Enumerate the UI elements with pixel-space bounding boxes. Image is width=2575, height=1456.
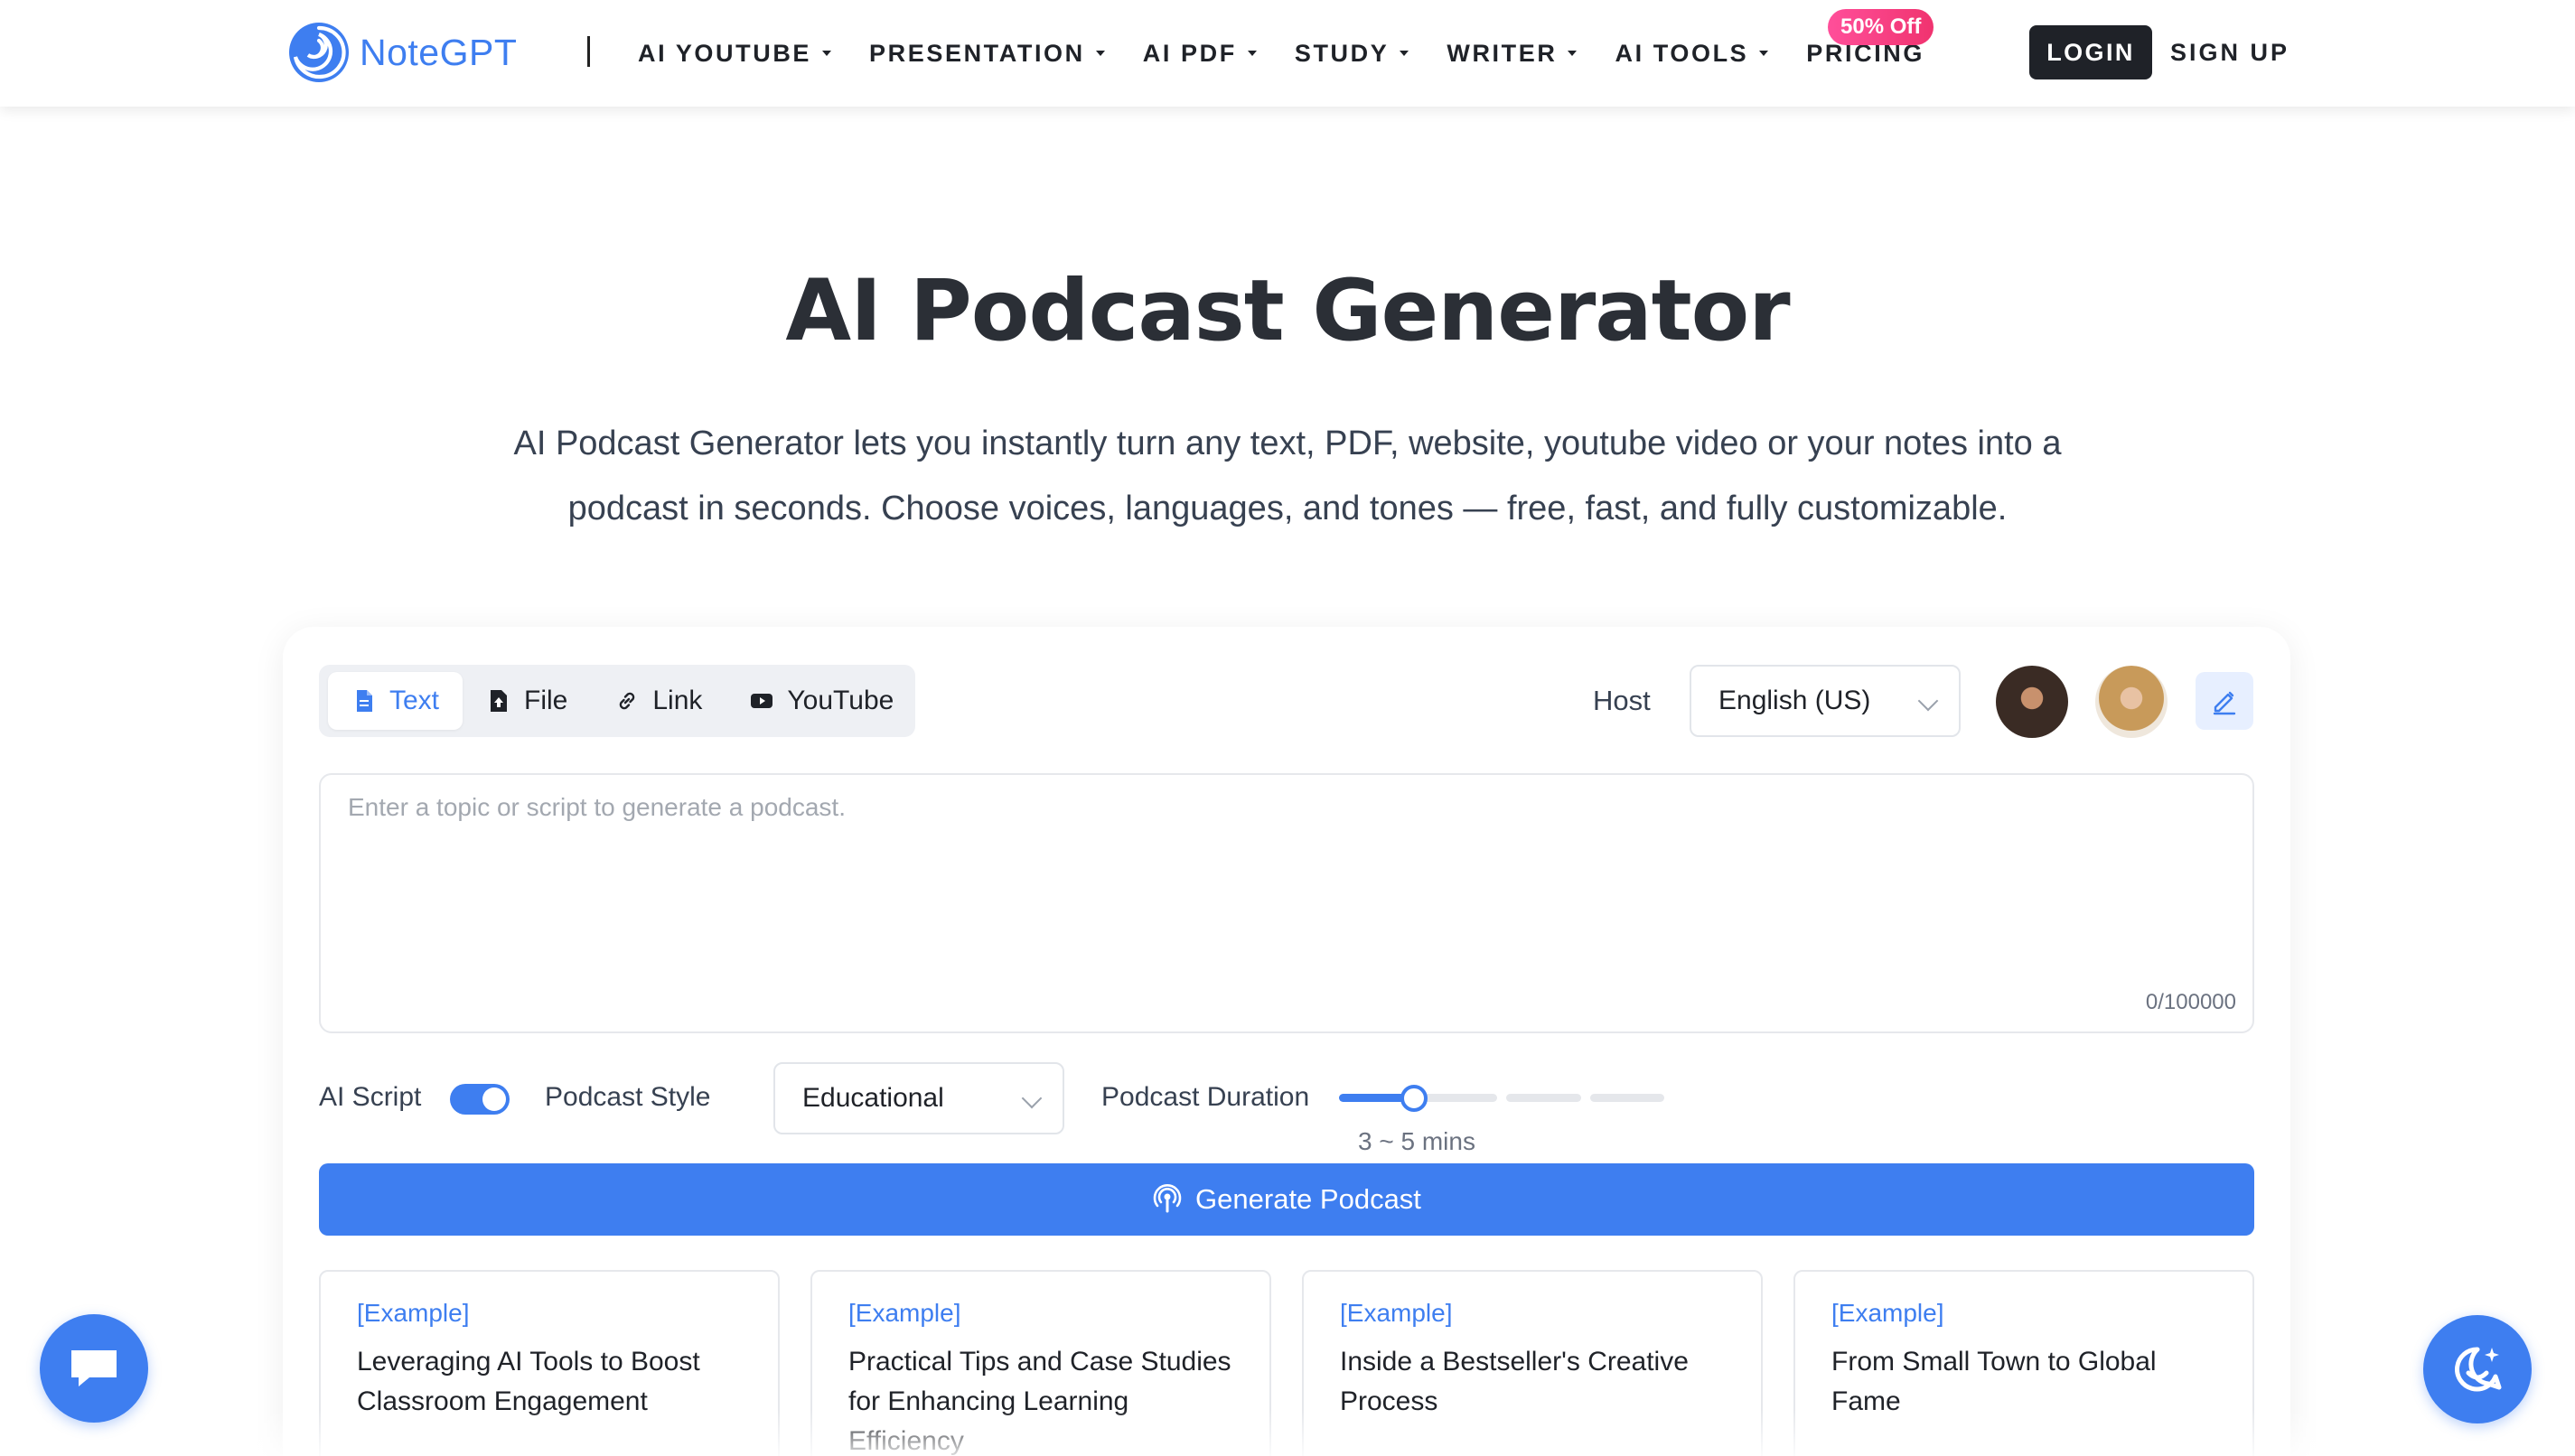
example-tag: [Example]: [848, 1299, 961, 1327]
host-avatar-male[interactable]: [1996, 666, 2068, 738]
host-avatar-female[interactable]: [2095, 666, 2168, 738]
nav-divider: [587, 36, 590, 67]
duration-value: 3 ~ 5 mins: [1358, 1127, 1475, 1155]
main-nav: AI YOUTUBE PRESENTATION AI PDF STUDY WRI…: [638, 0, 1962, 107]
chat-bubble-icon: [71, 1350, 117, 1386]
nav-item-presentation[interactable]: PRESENTATION: [869, 40, 1105, 68]
tab-file[interactable]: File: [463, 672, 591, 730]
nav-item-ai-youtube[interactable]: AI YOUTUBE: [638, 39, 832, 68]
language-value: English (US): [1718, 686, 1871, 715]
toggle-knob: [482, 1087, 506, 1111]
host-label: Host: [1593, 685, 1651, 716]
ai-assistant-button[interactable]: [2423, 1315, 2532, 1423]
character-counter: 0/100000: [2145, 990, 2236, 1014]
caret-down-icon: [1247, 51, 1257, 56]
chevron-down-icon: [1021, 1087, 1043, 1109]
podcast-duration-slider[interactable]: [1339, 1085, 1673, 1112]
logo-icon: [289, 23, 349, 82]
language-select[interactable]: English (US): [1690, 665, 1961, 737]
login-button[interactable]: LOGIN: [2029, 25, 2152, 79]
tab-label: Text: [389, 686, 440, 715]
nav-item-label: STUDY: [1294, 39, 1390, 67]
podcast-generator-card: Text File Link YouTube Host English (US): [283, 627, 2290, 1456]
example-tag: [Example]: [1831, 1299, 1944, 1327]
discount-badge: 50% Off: [1828, 9, 1934, 45]
options-row: AI Script Podcast Style Educational Podc…: [319, 1062, 2254, 1155]
edit-hosts-button[interactable]: [2196, 672, 2253, 730]
nav-item-ai-tools[interactable]: AI TOOLS: [1615, 39, 1769, 68]
generate-podcast-button[interactable]: Generate Podcast: [319, 1163, 2254, 1236]
feedback-chat-button[interactable]: [40, 1314, 148, 1423]
upload-icon: [491, 690, 508, 712]
slider-segment: [1589, 1094, 1664, 1102]
nav-item-label: PRESENTATION: [869, 39, 1085, 67]
nav-item-label: AI PDF: [1142, 39, 1237, 67]
page-title: AI Podcast Generator: [785, 262, 1790, 360]
nav-item-label: WRITER: [1447, 39, 1558, 67]
document-icon: [357, 690, 372, 712]
ai-script-toggle[interactable]: [450, 1084, 510, 1115]
logo-text: NoteGPT: [360, 31, 518, 73]
nav-item-label: AI YOUTUBE: [638, 39, 812, 67]
tab-youtube[interactable]: YouTube: [726, 672, 917, 730]
podcast-icon: [1153, 1184, 1182, 1213]
link-icon: [620, 692, 635, 710]
logo[interactable]: NoteGPT: [287, 20, 517, 85]
caret-down-icon: [1400, 51, 1409, 56]
top-navbar: NoteGPT AI YOUTUBE PRESENTATION AI PDF S…: [0, 0, 2575, 107]
signup-button[interactable]: SIGN UP: [2170, 25, 2289, 79]
nav-item-writer[interactable]: WRITER: [1447, 39, 1578, 68]
caret-down-icon: [822, 51, 832, 56]
youtube-icon: [751, 694, 773, 708]
slider-thumb[interactable]: [1400, 1085, 1428, 1112]
ai-assistant-icon: [2455, 1347, 2502, 1392]
tab-text[interactable]: Text: [328, 672, 464, 730]
podcast-topic-input[interactable]: [319, 773, 2254, 1033]
caret-down-icon: [1568, 51, 1578, 56]
nav-item-study[interactable]: STUDY: [1295, 40, 1409, 68]
tab-link[interactable]: Link: [591, 672, 726, 730]
podcast-style-label: Podcast Style: [545, 1082, 711, 1112]
tab-label: File: [524, 686, 568, 715]
podcast-style-value: Educational: [802, 1083, 944, 1113]
podcast-style-select[interactable]: Educational: [773, 1062, 1064, 1134]
page-description: AI Podcast Generator lets you instantly …: [513, 425, 2062, 527]
slider-segment: [1422, 1094, 1497, 1102]
chevron-down-icon: [1917, 690, 1939, 712]
podcast-duration-label: Podcast Duration: [1101, 1082, 1310, 1112]
nav-item-ai-pdf[interactable]: AI PDF: [1143, 40, 1257, 68]
tab-label: YouTube: [787, 686, 894, 715]
example-tag: [Example]: [1340, 1299, 1453, 1327]
caret-down-icon: [1759, 51, 1769, 56]
nav-item-label: AI TOOLS: [1615, 39, 1749, 67]
ai-script-label: AI Script: [319, 1082, 422, 1112]
bottom-fade: [0, 1409, 2575, 1456]
generate-label: Generate Podcast: [1195, 1183, 1421, 1215]
tab-label: Link: [652, 686, 703, 715]
source-tabs: Text File Link YouTube: [319, 665, 915, 737]
example-tag: [Example]: [357, 1299, 470, 1327]
pencil-icon: [2213, 691, 2236, 715]
slider-segment: [1506, 1094, 1581, 1102]
caret-down-icon: [1095, 51, 1105, 56]
